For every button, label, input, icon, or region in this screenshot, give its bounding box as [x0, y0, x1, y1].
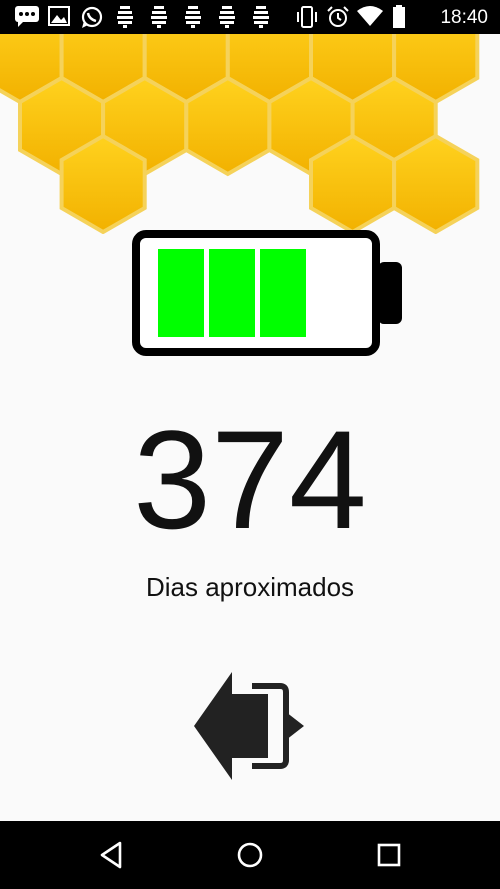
alarm-icon [327, 6, 349, 27]
beehive-icon [117, 6, 133, 28]
clock: 18:40 [440, 7, 488, 28]
whatsapp-icon [81, 6, 103, 28]
battery-level-indicator [132, 230, 402, 356]
chat-icon [15, 6, 39, 27]
beehive-icon [185, 6, 201, 28]
exit-arrow-icon[interactable] [190, 668, 310, 784]
battery-segment [260, 249, 306, 337]
battery-segment [158, 249, 204, 337]
battery-terminal [378, 262, 402, 324]
image-icon [48, 6, 70, 26]
vibrate-icon [297, 6, 317, 28]
recents-icon[interactable] [373, 839, 405, 871]
beehive-icon [219, 6, 235, 28]
battery-icon [393, 5, 405, 28]
system-nav-bar [0, 821, 500, 889]
beehive-icon [253, 6, 269, 28]
days-remaining-value: 374 [133, 401, 367, 558]
days-remaining-label: Dias aproximados [145, 572, 355, 602]
battery-segment [209, 249, 255, 337]
wifi-icon [357, 6, 383, 26]
honeycomb-banner [0, 34, 480, 234]
beehive-icon [151, 6, 167, 28]
back-icon[interactable] [96, 839, 128, 871]
home-icon[interactable] [234, 839, 266, 871]
status-bar: 18:40 [0, 0, 500, 34]
